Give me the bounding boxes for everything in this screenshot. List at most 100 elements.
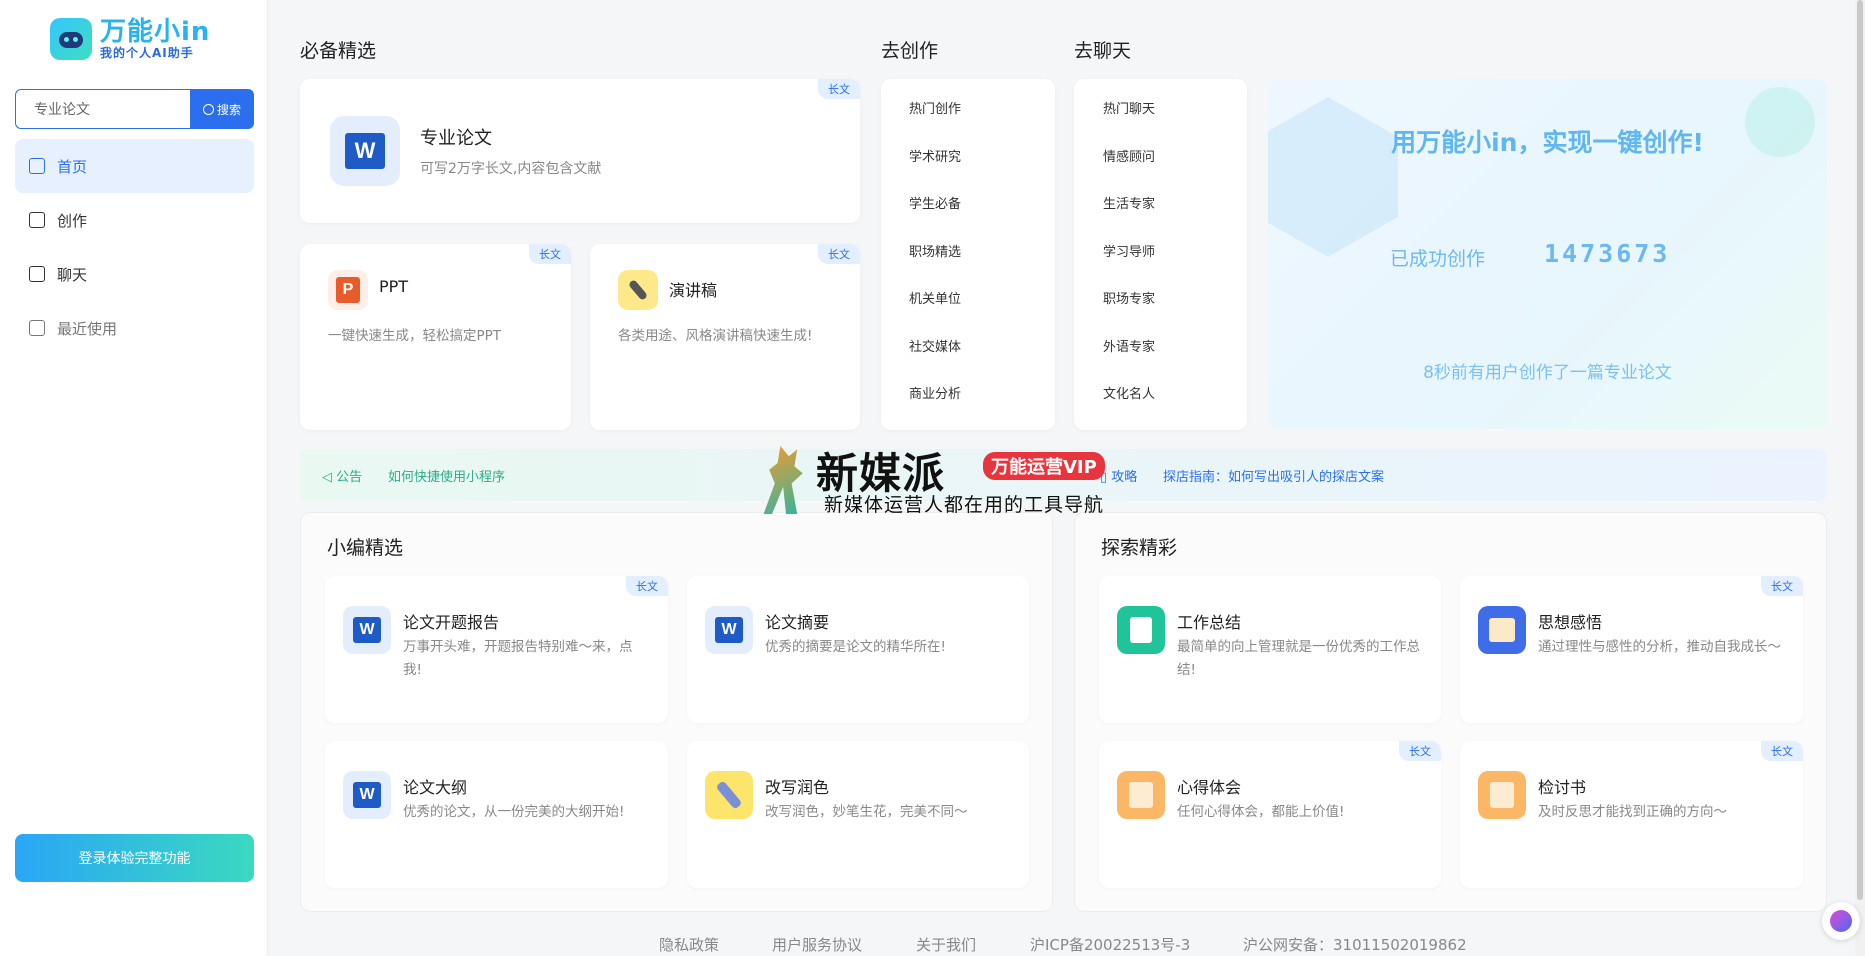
chat-link-list: 热门聊天 情感顾问 生活专家 学习导师 职场专家 外语专家 文化名人 — [1103, 86, 1155, 419]
editor-card-outline[interactable]: W 论文大纲 优秀的论文，从一份完美的大纲开始! — [325, 741, 668, 888]
chat-links-card: 热门聊天 情感顾问 生活专家 学习导师 职场专家 外语专家 文化名人 — [1074, 79, 1247, 430]
word-icon: W — [705, 606, 753, 654]
card-title: 思想感悟 — [1538, 613, 1603, 632]
login-button[interactable]: 登录体验完整功能 — [15, 834, 254, 882]
section-title-chat: 去聊天 — [1074, 40, 1132, 62]
create-link[interactable]: 机关单位 — [909, 276, 961, 324]
long-text-tag: 长文 — [626, 576, 668, 596]
promo-count-label: 已成功创作 — [1390, 248, 1486, 270]
promo-count: 1473673 — [1544, 239, 1671, 268]
search-input[interactable] — [15, 89, 190, 129]
brain-icon — [1830, 910, 1852, 932]
notice-link[interactable]: 如何快捷使用小程序 — [388, 466, 505, 485]
featured-card-ppt[interactable]: 长文 P PPT 一键快速生成，轻松搞定PPT — [300, 244, 571, 430]
create-link[interactable]: 商业分析 — [909, 371, 961, 419]
chat-icon — [29, 266, 45, 282]
app-title: 万能小in — [100, 17, 211, 47]
card-desc: 改写润色，妙笔生花，完美不同～ — [765, 804, 968, 820]
card-desc: 及时反思才能找到正确的方向～ — [1538, 804, 1727, 820]
create-link-list: 热门创作 学术研究 学生必备 职场精选 机关单位 社交媒体 商业分析 — [909, 86, 961, 419]
certificate-icon — [1117, 771, 1165, 819]
chat-link[interactable]: 热门聊天 — [1103, 86, 1155, 134]
nav-item-create[interactable]: 创作 — [15, 193, 254, 247]
app-logo[interactable]: 万能小in 我的个人AI助手 — [50, 18, 210, 60]
card-title: 论文大纲 — [403, 778, 468, 797]
explore-card-apology[interactable]: 长文 检讨书 及时反思才能找到正确的方向～ — [1460, 741, 1803, 888]
create-link[interactable]: 学术研究 — [909, 134, 961, 182]
card-title: 专业论文 — [420, 128, 492, 149]
book-icon — [1478, 606, 1526, 654]
search-icon — [202, 103, 214, 115]
footer-terms-link[interactable]: 用户服务协议 — [772, 934, 862, 955]
card-title: 论文摘要 — [765, 613, 830, 632]
promo-activity: 8秒前有用户创作了一篇专业论文 — [1423, 363, 1672, 383]
editor-card-abstract[interactable]: W 论文摘要 优秀的摘要是论文的精华所在! — [687, 576, 1029, 723]
featured-card-paper[interactable]: 长文 W 专业论文 可写2万字长文,内容包含文献 — [300, 79, 860, 223]
history-icon — [29, 320, 45, 336]
card-title: 工作总结 — [1177, 613, 1242, 632]
footer-about-link[interactable]: 关于我们 — [916, 934, 976, 955]
explore-card-reflection[interactable]: 长文 思想感悟 通过理性与感性的分析，推动自我成长～ — [1460, 576, 1803, 723]
card-desc: 任何心得体会，都能上价值! — [1177, 804, 1345, 820]
editor-card-rewrite[interactable]: 改写润色 改写润色，妙笔生花，完美不同～ — [687, 741, 1029, 888]
create-link[interactable]: 职场精选 — [909, 229, 961, 277]
section-title-editor: 小编精选 — [327, 537, 404, 559]
footer-privacy-link[interactable]: 隐私政策 — [659, 934, 719, 955]
explore-panel: 探索精彩 工作总结 最简单的向上管理就是一份优秀的工作总结! 长文 思想感悟 通… — [1074, 512, 1827, 912]
nav-item-chat[interactable]: 聊天 — [15, 247, 254, 301]
watermark-vip-badge: 万能运营VIP — [983, 452, 1105, 480]
footer-police-link[interactable]: 沪公网安备：31011502019862 — [1243, 934, 1467, 955]
section-title-create: 去创作 — [881, 40, 939, 62]
page-scrollbar[interactable] — [1855, 0, 1865, 956]
edit-icon — [29, 212, 45, 228]
notice-label: ◁ 公告 — [322, 470, 363, 485]
chat-link[interactable]: 外语专家 — [1103, 324, 1155, 372]
card-desc: 一键快速生成，轻松搞定PPT — [328, 328, 502, 344]
nav-item-home[interactable]: 首页 — [15, 139, 254, 193]
chat-link[interactable]: 职场专家 — [1103, 276, 1155, 324]
guide-link[interactable]: 探店指南：如何写出吸引人的探店文案 — [1163, 466, 1384, 485]
footer-icp-link[interactable]: 沪ICP备20022513号-3 — [1030, 934, 1190, 955]
explore-card-work-summary[interactable]: 工作总结 最简单的向上管理就是一份优秀的工作总结! — [1099, 576, 1441, 723]
search-button[interactable]: 搜索 — [190, 89, 254, 129]
long-text-tag: 长文 — [818, 79, 860, 99]
nav-item-recent[interactable]: 最近使用 — [15, 301, 254, 355]
featured-card-speech[interactable]: 长文 演讲稿 各类用途、风格演讲稿快速生成! — [590, 244, 860, 430]
long-text-tag: 长文 — [1399, 741, 1441, 761]
watermark-slogan: 新媒体运营人都在用的工具导航 — [824, 494, 1105, 516]
section-title-featured: 必备精选 — [300, 40, 377, 62]
editor-card-proposal[interactable]: 长文 W 论文开题报告 万事开头难，开题报告特别难～来，点我! — [325, 576, 668, 723]
card-title: 论文开题报告 — [403, 613, 500, 632]
chat-link[interactable]: 生活专家 — [1103, 181, 1155, 229]
card-desc: 优秀的摘要是论文的精华所在! — [765, 639, 946, 655]
deer-logo-icon — [763, 446, 803, 514]
card-desc: 通过理性与感性的分析，推动自我成长～ — [1538, 639, 1781, 655]
chat-link[interactable]: 情感顾问 — [1103, 134, 1155, 182]
chat-link[interactable]: 学习导师 — [1103, 229, 1155, 277]
scrollbar-thumb[interactable] — [1857, 0, 1863, 900]
clipboard-icon — [1117, 606, 1165, 654]
hexagon-decoration-icon — [1268, 97, 1398, 257]
long-text-tag: 长文 — [1761, 741, 1803, 761]
card-desc: 万事开头难，开题报告特别难～来，点我! — [403, 639, 633, 678]
card-desc: 各类用途、风格演讲稿快速生成! — [618, 328, 813, 344]
long-text-tag: 长文 — [1761, 576, 1803, 596]
word-icon: W — [343, 606, 391, 654]
explore-card-experience[interactable]: 长文 心得体会 任何心得体会，都能上价值! — [1099, 741, 1441, 888]
card-title: PPT — [379, 277, 409, 296]
promo-banner[interactable]: 用万能小in，实现一键创作! 已成功创作 1473673 8秒前有用户创作了一篇… — [1268, 79, 1827, 429]
robot-logo-icon — [50, 18, 92, 60]
create-link[interactable]: 社交媒体 — [909, 324, 961, 372]
long-text-tag: 长文 — [529, 244, 571, 264]
home-icon — [29, 158, 45, 174]
create-link[interactable]: 学生必备 — [909, 181, 961, 229]
assistant-float-button[interactable] — [1822, 902, 1860, 940]
card-title: 检讨书 — [1538, 778, 1587, 797]
sidebar: 万能小in 我的个人AI助手 搜索 首页 创作 聊天 最近使用 登录体验完整功能 — [0, 0, 268, 956]
card-title: 心得体会 — [1177, 778, 1242, 797]
brush-icon — [705, 771, 753, 819]
card-desc: 可写2万字长文,内容包含文献 — [420, 161, 602, 177]
create-link[interactable]: 热门创作 — [909, 86, 961, 134]
chat-link[interactable]: 文化名人 — [1103, 371, 1155, 419]
create-links-card: 热门创作 学术研究 学生必备 职场精选 机关单位 社交媒体 商业分析 — [881, 79, 1055, 430]
